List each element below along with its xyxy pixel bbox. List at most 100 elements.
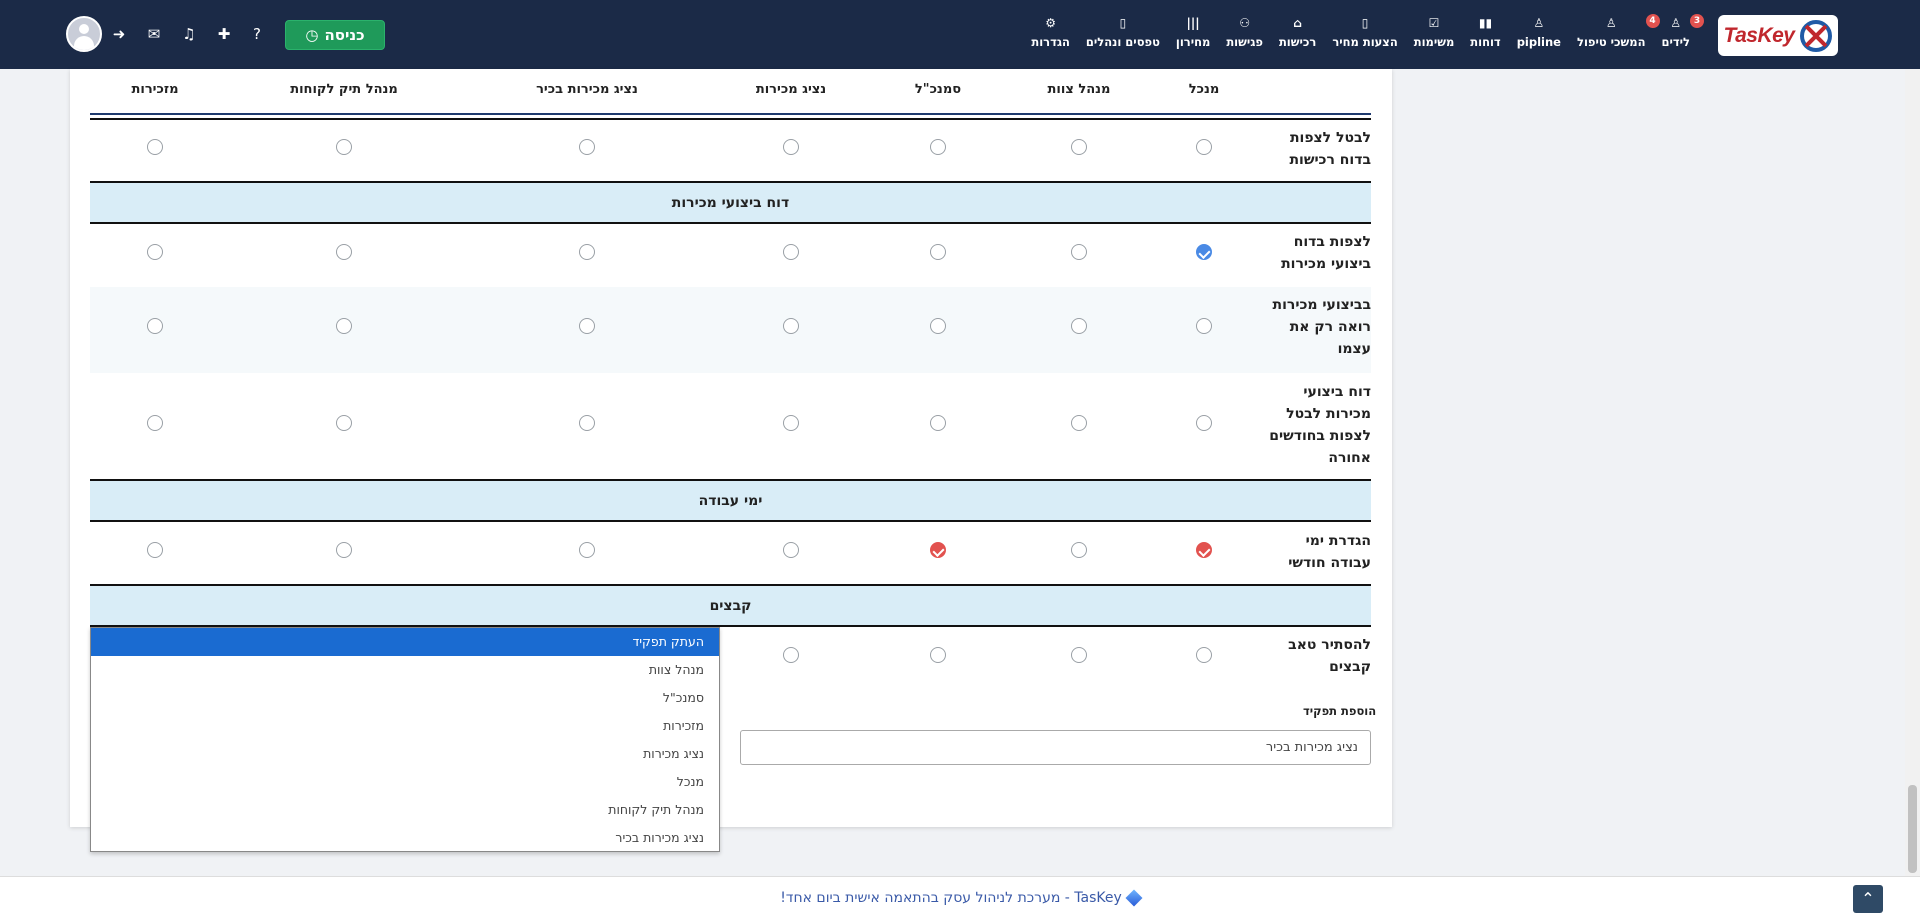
radio-option-checked[interactable] — [930, 542, 946, 558]
dropdown-option[interactable]: סמנכ"ל — [91, 684, 719, 712]
footer-text-wrap: TasKey - מערכת לניהול עסק בהתאמה אישית ב… — [780, 889, 1143, 907]
help-icon[interactable]: ? — [247, 24, 267, 44]
row-label-sales-sees-self: בביצועי מכירות רואה רק את עצמו — [1272, 297, 1371, 357]
dropdown-option[interactable]: נציג מכירות בכיר — [91, 824, 719, 852]
radio-option[interactable] — [147, 244, 163, 260]
radio-option[interactable] — [336, 415, 352, 431]
col-header-senior-sales-rep: נציג מכירות בכיר — [536, 82, 638, 97]
nav-item-purchases[interactable]: ⌂ רכישות — [1271, 16, 1324, 49]
radio-option[interactable] — [930, 244, 946, 260]
document-icon: ▯ — [1361, 16, 1369, 30]
user-badge-icon: ♙ — [1605, 16, 1617, 30]
radio-option[interactable] — [336, 139, 352, 155]
radio-option[interactable] — [930, 415, 946, 431]
nav-item-reports[interactable]: ▮▮ דוחות — [1462, 16, 1508, 49]
radio-option[interactable] — [336, 318, 352, 334]
col-header-secretary: מזכירות — [131, 82, 179, 97]
nav-item-tasks[interactable]: ☑ משימות — [1406, 16, 1463, 49]
radio-option-checked[interactable] — [1196, 542, 1212, 558]
nav-item-label: טפסים ונהלים — [1085, 35, 1160, 49]
radio-option[interactable] — [147, 542, 163, 558]
shop-icon: ⌂ — [1293, 16, 1302, 30]
radio-option[interactable] — [1071, 647, 1087, 663]
radio-option[interactable] — [783, 139, 799, 155]
user-badge-icon: ♙ — [1533, 16, 1545, 30]
radio-option[interactable] — [1196, 318, 1212, 334]
radio-option[interactable] — [930, 318, 946, 334]
radio-option[interactable] — [147, 415, 163, 431]
nav-item-settings[interactable]: ⚙ הגדרות — [1023, 16, 1078, 49]
dropdown-option[interactable]: נציג מכירות — [91, 740, 719, 768]
plus-icon[interactable]: ✚ — [214, 24, 234, 44]
radio-option[interactable] — [336, 542, 352, 558]
bell-icon[interactable]: ♫ — [179, 24, 199, 44]
copy-role-dropdown[interactable]: העתק תפקיד מנהל צוות סמנכ"ל מזכירות נציג… — [90, 627, 720, 852]
radio-option[interactable] — [783, 647, 799, 663]
page-scrollbar[interactable] — [1905, 69, 1920, 876]
row-divider — [90, 222, 1371, 224]
row-label-sales-report-cancel-past: דוח ביצועי מכירות לבטל לצפות בחודשים אחו… — [1269, 384, 1371, 466]
nav-item-followups[interactable]: ♙ 4 המשכי טיפול — [1569, 14, 1660, 49]
add-role-input[interactable] — [740, 730, 1371, 765]
book-icon: ▯ — [1119, 16, 1127, 30]
radio-option[interactable] — [783, 318, 799, 334]
radio-option[interactable] — [147, 318, 163, 334]
nav-item-label: משימות — [1413, 35, 1455, 49]
radio-option[interactable] — [579, 415, 595, 431]
scrollbar-thumb[interactable] — [1908, 785, 1917, 873]
dropdown-option[interactable]: מנהל תיק לקוחות — [91, 796, 719, 824]
dropdown-option[interactable]: מנהל צוות — [91, 656, 719, 684]
radio-option[interactable] — [1071, 139, 1087, 155]
radio-option-checked[interactable] — [1196, 244, 1212, 260]
row-background — [90, 287, 1371, 373]
taskey-logo[interactable]: TasKey — [1718, 15, 1838, 56]
section-work-days: ימי עבודה — [90, 481, 1371, 521]
nav-item-forms[interactable]: ▯ טפסים ונהלים — [1078, 16, 1168, 49]
radio-option[interactable] — [579, 139, 595, 155]
nav-item-label: פגישות — [1226, 35, 1263, 49]
logo-text: TasKey — [1723, 23, 1795, 47]
row-divider — [90, 520, 1371, 522]
radio-option[interactable] — [579, 244, 595, 260]
col-header-vp: סמנכ"ל — [914, 82, 962, 97]
radio-option[interactable] — [783, 415, 799, 431]
col-header-account-manager: מנהל תיק לקוחות — [290, 82, 398, 97]
scroll-to-top-button[interactable]: ⌃ — [1853, 885, 1883, 913]
dropdown-option[interactable]: מזכירות — [91, 712, 719, 740]
radio-option[interactable] — [783, 244, 799, 260]
radio-option[interactable] — [1071, 415, 1087, 431]
avatar[interactable] — [66, 16, 102, 52]
nav-item-label: לידים — [1661, 35, 1691, 49]
radio-option[interactable] — [1196, 647, 1212, 663]
row-label-view-sales-report: לצפות בדוח ביצועי מכירות — [1281, 234, 1371, 272]
top-navbar: TasKey ♙ 3 לידים ♙ 4 המשכי טיפול ♙ pipli… — [0, 0, 1920, 69]
radio-option[interactable] — [579, 318, 595, 334]
logo-mark-icon — [1800, 19, 1833, 52]
radio-option[interactable] — [930, 647, 946, 663]
radio-option[interactable] — [336, 244, 352, 260]
nav-item-pipline[interactable]: ♙ pipline — [1509, 16, 1569, 49]
radio-option[interactable] — [1071, 542, 1087, 558]
login-icon[interactable]: ➜ — [109, 24, 129, 44]
nav-item-meetings[interactable]: ⚇ פגישות — [1218, 16, 1271, 49]
enter-button[interactable]: ◷ כניסה — [285, 20, 385, 50]
radio-option[interactable] — [1196, 139, 1212, 155]
followups-badge: 4 — [1645, 14, 1660, 28]
radio-option[interactable] — [579, 542, 595, 558]
radio-option[interactable] — [1071, 244, 1087, 260]
radio-option[interactable] — [930, 139, 946, 155]
nav-item-pricelist[interactable]: ||| מחירון — [1168, 16, 1218, 49]
chat-icon[interactable]: ✉ — [144, 24, 164, 44]
radio-option[interactable] — [1196, 415, 1212, 431]
user-badge-icon: ♙ — [1670, 16, 1682, 30]
radio-option[interactable] — [147, 139, 163, 155]
radio-option[interactable] — [783, 542, 799, 558]
dropdown-option-selected[interactable]: העתק תפקיד — [91, 628, 719, 656]
header-divider — [90, 113, 1371, 115]
nav-item-leads[interactable]: ♙ 3 לידים — [1654, 14, 1704, 49]
radio-option[interactable] — [1071, 318, 1087, 334]
footer-text: TasKey - מערכת לניהול עסק בהתאמה אישית ב… — [780, 890, 1122, 906]
dropdown-option[interactable]: מנכל — [91, 768, 719, 796]
nav-item-quotes[interactable]: ▯ הצעות מחיר — [1324, 16, 1405, 49]
nav-item-label: pipline — [1516, 35, 1561, 49]
